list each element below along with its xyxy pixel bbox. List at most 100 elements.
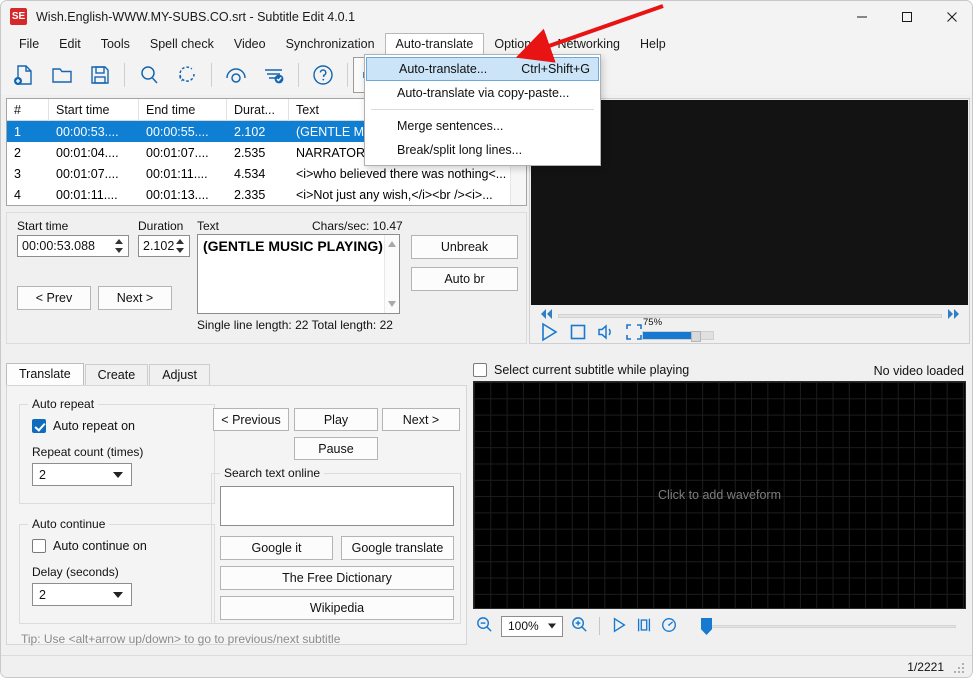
replace-icon[interactable] xyxy=(168,57,206,93)
column-header-duration[interactable]: Durat... xyxy=(227,99,289,121)
translate-tab-panel: Auto repeat Auto repeat on Repeat count … xyxy=(6,385,467,646)
minimize-button[interactable] xyxy=(839,1,884,32)
play-icon[interactable] xyxy=(538,321,560,346)
maximize-button[interactable] xyxy=(884,1,929,32)
google-it-button[interactable]: Google it xyxy=(220,536,333,560)
cell-duration: 2.535 xyxy=(234,145,266,160)
auto-br-button[interactable]: Auto br xyxy=(411,267,518,291)
auto-repeat-group-title: Auto repeat xyxy=(28,397,99,411)
menu-video[interactable]: Video xyxy=(224,32,276,55)
scroll-up-icon[interactable] xyxy=(388,241,396,247)
bottom-tabs: Translate Create Adjust xyxy=(6,363,467,386)
menu-item-break-split-long-lines[interactable]: Break/split long lines... xyxy=(365,138,600,162)
menu-file[interactable]: File xyxy=(9,32,49,55)
resize-grip-icon[interactable] xyxy=(954,661,966,673)
waveform-position-slider[interactable] xyxy=(701,618,956,635)
menu-item-auto-translate[interactable]: Auto-translate... Ctrl+Shift+G xyxy=(366,57,599,81)
text-scrollbar[interactable] xyxy=(384,235,399,313)
save-icon[interactable] xyxy=(81,57,119,93)
zoom-in-icon[interactable] xyxy=(570,615,589,637)
select-subtitle-while-playing-checkbox[interactable]: Select current subtitle while playing xyxy=(473,363,689,377)
tab-translate[interactable]: Translate xyxy=(6,363,84,386)
volume-icon[interactable] xyxy=(596,322,616,345)
close-button[interactable] xyxy=(929,1,972,32)
zoom-out-icon[interactable] xyxy=(475,615,494,637)
spinner-arrows[interactable] xyxy=(112,237,126,255)
waveform-placeholder-text: Click to add waveform xyxy=(658,488,781,502)
prev-button[interactable]: < Prev xyxy=(17,286,91,310)
auto-repeat-group: Auto repeat Auto repeat on Repeat count … xyxy=(19,397,215,504)
start-time-input[interactable]: 00:00:53.088 xyxy=(17,235,129,257)
fix-common-errors-icon[interactable] xyxy=(255,57,293,93)
cell-end-time: 00:01:11.... xyxy=(146,166,208,181)
menu-networking[interactable]: Networking xyxy=(547,32,630,55)
seek-track[interactable] xyxy=(558,314,942,318)
pause-button[interactable]: Pause xyxy=(294,437,378,460)
table-row[interactable]: 4 00:01:11.... 00:01:13.... 2.335 <i>Not… xyxy=(7,184,526,205)
title-bar: SE Wish.English-WWW.MY-SUBS.CO.srt - Sub… xyxy=(1,1,972,32)
menu-item-auto-translate-copy-paste[interactable]: Auto-translate via copy-paste... xyxy=(365,81,600,105)
auto-continue-checkbox[interactable]: Auto continue on xyxy=(32,539,147,553)
google-translate-button[interactable]: Google translate xyxy=(341,536,454,560)
auto-repeat-checkbox[interactable]: Auto repeat on xyxy=(32,419,135,433)
waveform-display[interactable]: Click to add waveform xyxy=(473,381,966,609)
delay-select[interactable]: 2 xyxy=(32,583,132,606)
next-button[interactable]: Next > xyxy=(382,408,460,431)
column-header-end-time[interactable]: End time xyxy=(139,99,227,121)
playback-speed-icon[interactable] xyxy=(660,616,678,637)
unbreak-button[interactable]: Unbreak xyxy=(411,235,518,259)
table-row[interactable]: 3 00:01:07.... 00:01:11.... 4.534 <i>who… xyxy=(7,163,526,184)
column-header-number[interactable]: # xyxy=(7,99,49,121)
slider-track xyxy=(701,625,956,628)
volume-fill xyxy=(643,332,694,339)
menu-tools[interactable]: Tools xyxy=(91,32,140,55)
menu-item-merge-sentences[interactable]: Merge sentences... xyxy=(365,114,600,138)
open-folder-icon[interactable] xyxy=(43,57,81,93)
waveform-zoom-select[interactable]: 100% xyxy=(501,615,563,637)
help-icon[interactable] xyxy=(304,57,342,93)
tab-create[interactable]: Create xyxy=(84,364,149,386)
volume-knob[interactable] xyxy=(690,331,701,342)
search-icon[interactable] xyxy=(130,57,168,93)
menu-options[interactable]: Options xyxy=(484,32,547,55)
new-file-icon[interactable] xyxy=(5,57,43,93)
auto-continue-label: Auto continue on xyxy=(53,539,147,553)
fast-forward-icon[interactable] xyxy=(946,308,960,323)
stop-icon[interactable] xyxy=(568,322,588,345)
fullscreen-icon[interactable] xyxy=(624,322,644,345)
repeat-count-label: Repeat count (times) xyxy=(32,445,144,459)
center-icon[interactable] xyxy=(635,616,653,637)
menu-synchronization[interactable]: Synchronization xyxy=(276,32,385,55)
subtitle-text-input[interactable]: (GENTLE MUSIC PLAYING) xyxy=(197,234,400,314)
tab-adjust[interactable]: Adjust xyxy=(149,364,210,386)
volume-slider[interactable] xyxy=(642,331,714,342)
menu-item-label: Break/split long lines... xyxy=(397,143,523,157)
free-dictionary-button[interactable]: The Free Dictionary xyxy=(220,566,454,590)
toolbar-separator xyxy=(298,63,299,87)
column-header-start-time[interactable]: Start time xyxy=(49,99,139,121)
repeat-count-select[interactable]: 2 xyxy=(32,463,132,486)
menu-spell-check[interactable]: Spell check xyxy=(140,32,224,55)
cell-number: 2 xyxy=(14,145,21,160)
play-icon[interactable] xyxy=(610,616,628,637)
search-input[interactable] xyxy=(220,486,454,526)
checkbox-unchecked-icon xyxy=(473,363,487,377)
play-button[interactable]: Play xyxy=(294,408,378,431)
scroll-down-icon[interactable] xyxy=(388,301,396,307)
menu-auto-translate[interactable]: Auto-translate xyxy=(384,32,485,56)
visual-sync-icon[interactable] xyxy=(217,57,255,93)
previous-button[interactable]: < Previous xyxy=(213,408,289,431)
duration-input[interactable]: 2.102 xyxy=(138,235,190,257)
spinner-arrows[interactable] xyxy=(173,237,187,255)
slider-knob[interactable] xyxy=(701,618,712,635)
cell-end-time: 00:00:55.... xyxy=(146,124,209,139)
start-time-label: Start time xyxy=(17,219,69,233)
subtitle-edit-panel: Start time 00:00:53.088 Duration 2.102 <… xyxy=(6,212,527,344)
next-button[interactable]: Next > xyxy=(98,286,172,310)
menu-edit[interactable]: Edit xyxy=(49,32,91,55)
wikipedia-button[interactable]: Wikipedia xyxy=(220,596,454,620)
cell-end-time: 00:01:07.... xyxy=(146,145,209,160)
menu-help[interactable]: Help xyxy=(630,32,676,55)
chevron-down-icon xyxy=(548,623,556,629)
search-text-online-group: Search text online Google it Google tran… xyxy=(211,466,461,624)
